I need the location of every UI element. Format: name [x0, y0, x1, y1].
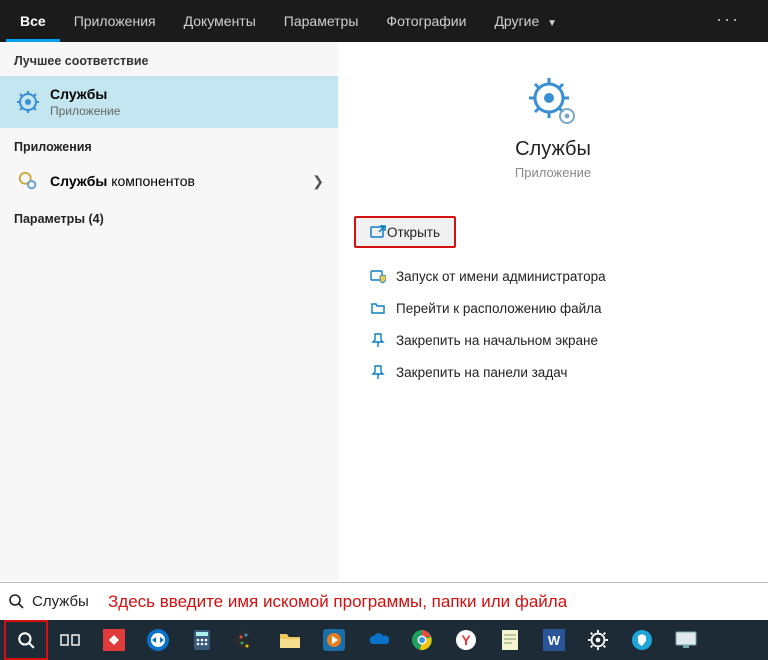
chrome-icon — [411, 629, 433, 651]
taskbar-app-monitor[interactable] — [664, 620, 708, 660]
taskbar-app-teamviewer[interactable] — [136, 620, 180, 660]
monitor-icon — [675, 629, 697, 651]
antivirus-icon — [631, 629, 653, 651]
search-box-row: Здесь введите имя искомой программы, пап… — [0, 582, 768, 620]
taskbar-app-calculator[interactable] — [180, 620, 224, 660]
chevron-down-icon: ▼ — [547, 18, 557, 29]
tab-documents[interactable]: Документы — [170, 0, 270, 42]
tab-settings[interactable]: Параметры — [270, 0, 373, 42]
anydesk-icon — [103, 629, 125, 651]
notepad-plus-icon — [499, 629, 521, 651]
taskbar-app-media-player[interactable] — [312, 620, 356, 660]
result-title: Службы компонентов — [50, 173, 195, 189]
action-pin-to-start[interactable]: Закрепить на начальном экране — [346, 324, 760, 356]
more-options-button[interactable]: ··· — [694, 0, 762, 42]
services-gear-icon — [14, 90, 42, 114]
preview-panel: Службы Приложение Открыть Запуск от имен… — [338, 42, 768, 580]
preview-title: Службы — [346, 138, 760, 161]
task-view-icon — [59, 629, 81, 651]
cloud-icon — [367, 629, 389, 651]
tab-photos[interactable]: Фотографии — [372, 0, 480, 42]
search-filter-tabs: Все Приложения Документы Параметры Фотог… — [0, 0, 768, 42]
tab-more-label: Другие — [494, 13, 539, 29]
result-component-services[interactable]: Службы компонентов ❯ — [0, 162, 338, 200]
open-app-icon — [370, 224, 387, 240]
action-label: Открыть — [387, 225, 440, 240]
taskbar: Y W — [0, 620, 768, 660]
action-label: Закрепить на панели задач — [396, 365, 567, 380]
taskbar-search-button[interactable] — [4, 620, 48, 660]
taskbar-task-view[interactable] — [48, 620, 92, 660]
taskbar-app-word[interactable]: W — [532, 620, 576, 660]
component-services-icon — [14, 170, 42, 192]
services-gear-large-icon — [527, 76, 579, 128]
results-pane: Лучшее соответствие Службы Приложение — [0, 42, 768, 580]
action-open[interactable]: Открыть — [354, 216, 456, 248]
taskbar-app-antivirus[interactable] — [620, 620, 664, 660]
teamviewer-icon — [147, 629, 169, 651]
media-player-icon — [323, 629, 345, 651]
best-match-result-services[interactable]: Службы Приложение — [0, 76, 338, 128]
taskbar-app-settings[interactable] — [576, 620, 620, 660]
apps-header: Приложения — [0, 128, 338, 162]
action-label: Перейти к расположению файла — [396, 301, 602, 316]
result-text: Службы Приложение — [42, 84, 128, 120]
search-input[interactable] — [26, 589, 104, 614]
yandex-icon: Y — [455, 629, 477, 651]
action-open-file-location[interactable]: Перейти к расположению файла — [346, 292, 760, 324]
calculator-icon — [191, 629, 213, 651]
action-label: Закрепить на начальном экране — [396, 333, 598, 348]
preview-subtitle: Приложение — [346, 165, 760, 180]
shield-admin-icon — [360, 268, 396, 284]
paint-palette-icon — [235, 629, 257, 651]
taskbar-app-file-explorer[interactable] — [268, 620, 312, 660]
taskbar-app-yandex[interactable]: Y — [444, 620, 488, 660]
tab-more[interactable]: Другие ▼ — [480, 0, 571, 42]
result-text: Службы компонентов — [42, 171, 203, 191]
folder-icon — [279, 629, 301, 651]
preview-header: Службы Приложение — [346, 42, 760, 180]
best-match-header: Лучшее соответствие — [0, 42, 338, 76]
result-subtitle: Приложение — [50, 104, 120, 118]
action-label: Запуск от имени администратора — [396, 269, 606, 284]
folder-location-icon — [360, 300, 396, 316]
word-icon: W — [543, 629, 565, 651]
taskbar-app-notepad[interactable] — [488, 620, 532, 660]
preview-actions: Открыть Запуск от имени администратора П… — [346, 216, 760, 388]
pin-start-icon — [360, 332, 396, 348]
search-icon — [15, 629, 37, 651]
taskbar-app-paint[interactable] — [224, 620, 268, 660]
settings-header[interactable]: Параметры (4) — [0, 200, 338, 234]
action-pin-to-taskbar[interactable]: Закрепить на панели задач — [346, 356, 760, 388]
tab-apps[interactable]: Приложения — [60, 0, 170, 42]
chevron-right-icon: ❯ — [312, 173, 324, 190]
taskbar-app-onedrive[interactable] — [356, 620, 400, 660]
search-icon — [8, 593, 26, 611]
tab-all[interactable]: Все — [6, 0, 60, 42]
search-annotation-text: Здесь введите имя искомой программы, пап… — [108, 592, 567, 612]
result-title: Службы — [50, 86, 120, 102]
svg-text:Y: Y — [461, 632, 471, 648]
taskbar-app-anydesk[interactable] — [92, 620, 136, 660]
action-run-as-admin[interactable]: Запуск от имени администратора — [346, 260, 760, 292]
taskbar-app-chrome[interactable] — [400, 620, 444, 660]
gear-icon — [587, 629, 609, 651]
svg-text:W: W — [548, 633, 561, 648]
pin-taskbar-icon — [360, 364, 396, 380]
results-list: Лучшее соответствие Службы Приложение — [0, 42, 338, 580]
